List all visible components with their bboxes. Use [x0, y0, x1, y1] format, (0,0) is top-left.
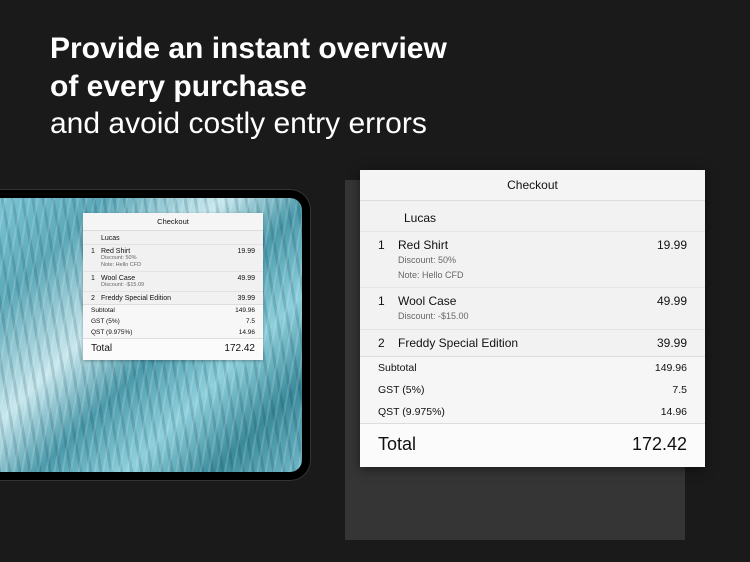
line-item: 1 Red Shirt Discount: 50% Note: Hello CF… [83, 244, 263, 271]
total-row: Total 172.42 [360, 423, 705, 467]
summary-label: QST (9.975%) [378, 406, 445, 418]
total-value: 172.42 [224, 343, 255, 354]
summary-value: 149.96 [655, 362, 687, 374]
item-price: 19.99 [223, 248, 255, 255]
hero-line2: of every purchase [50, 68, 700, 106]
summary-row: Subtotal 149.96 [83, 305, 263, 316]
item-name: Red Shirt [101, 248, 223, 255]
item-name-block: Red Shirt Discount: 50% Note: Hello CFD [101, 248, 223, 269]
item-discount: Discount: -$15.00 [398, 310, 632, 323]
summary-row: GST (5%) 7.5 [83, 316, 263, 327]
checkout-panel-large: Checkout Lucas 1 Red Shirt Discount: 50%… [360, 170, 705, 467]
item-discount: Discount: -$15.09 [101, 282, 223, 289]
hero-line1: Provide an instant overview [50, 30, 700, 68]
total-label: Total [378, 434, 416, 455]
item-name-block: Wool Case Discount: -$15.09 [101, 275, 223, 289]
item-name-block: Freddy Special Edition [398, 336, 632, 350]
item-name: Red Shirt [398, 238, 632, 252]
item-price: 39.99 [223, 295, 255, 302]
item-name: Freddy Special Edition [398, 336, 632, 350]
summary-value: 7.5 [672, 384, 687, 396]
summary-value: 7.5 [246, 318, 255, 325]
summary-label: Subtotal [91, 307, 115, 314]
summary-block: Subtotal 149.96 GST (5%) 7.5 QST (9.975%… [83, 304, 263, 338]
item-note: Note: Hello CFD [101, 262, 223, 269]
summary-row: QST (9.975%) 14.96 [360, 401, 705, 423]
item-qty: 1 [378, 294, 398, 308]
item-discount: Discount: 50% [101, 255, 223, 262]
summary-row: GST (5%) 7.5 [360, 379, 705, 401]
summary-value: 149.96 [235, 307, 255, 314]
item-name-block: Wool Case Discount: -$15.00 [398, 294, 632, 323]
line-item: 2 Freddy Special Edition 39.99 [83, 291, 263, 304]
checkout-panel-small: Checkout Lucas 1 Red Shirt Discount: 50%… [83, 213, 263, 360]
hero-text: Provide an instant overview of every pur… [50, 30, 700, 143]
summary-row: QST (9.975%) 14.96 [83, 327, 263, 338]
summary-label: GST (5%) [91, 318, 120, 325]
tablet-device: Checkout Lucas 1 Red Shirt Discount: 50%… [0, 190, 310, 480]
item-name: Wool Case [398, 294, 632, 308]
item-price: 49.99 [223, 275, 255, 282]
summary-value: 14.96 [661, 406, 687, 418]
total-row: Total 172.42 [83, 338, 263, 360]
item-name-block: Red Shirt Discount: 50% Note: Hello CFD [398, 238, 632, 281]
total-label: Total [91, 343, 112, 354]
summary-label: Subtotal [378, 362, 417, 374]
item-price: 49.99 [632, 294, 687, 308]
summary-row: Subtotal 149.96 [360, 357, 705, 379]
summary-block: Subtotal 149.96 GST (5%) 7.5 QST (9.975%… [360, 356, 705, 423]
total-value: 172.42 [632, 434, 687, 455]
item-name: Freddy Special Edition [101, 295, 223, 302]
item-qty: 1 [91, 275, 101, 282]
line-item: 1 Red Shirt Discount: 50% Note: Hello CF… [360, 231, 705, 287]
checkout-title: Checkout [360, 170, 705, 201]
hero-line3: and avoid costly entry errors [50, 105, 700, 143]
item-qty: 2 [378, 336, 398, 350]
item-price: 39.99 [632, 336, 687, 350]
summary-label: QST (9.975%) [91, 329, 132, 336]
item-price: 19.99 [632, 238, 687, 252]
summary-label: GST (5%) [378, 384, 424, 396]
line-item: 2 Freddy Special Edition 39.99 [360, 329, 705, 356]
tablet-screen: Checkout Lucas 1 Red Shirt Discount: 50%… [0, 198, 302, 472]
summary-value: 14.96 [239, 329, 255, 336]
item-qty: 1 [378, 238, 398, 252]
checkout-title: Checkout [83, 213, 263, 231]
customer-name: Lucas [360, 201, 705, 231]
item-discount: Discount: 50% [398, 254, 632, 267]
item-qty: 2 [91, 295, 101, 302]
line-item: 1 Wool Case Discount: -$15.00 49.99 [360, 287, 705, 329]
item-name-block: Freddy Special Edition [101, 295, 223, 302]
customer-name: Lucas [83, 231, 263, 244]
line-item: 1 Wool Case Discount: -$15.09 49.99 [83, 271, 263, 291]
item-note: Note: Hello CFD [398, 269, 632, 282]
item-name: Wool Case [101, 275, 223, 282]
item-qty: 1 [91, 248, 101, 255]
